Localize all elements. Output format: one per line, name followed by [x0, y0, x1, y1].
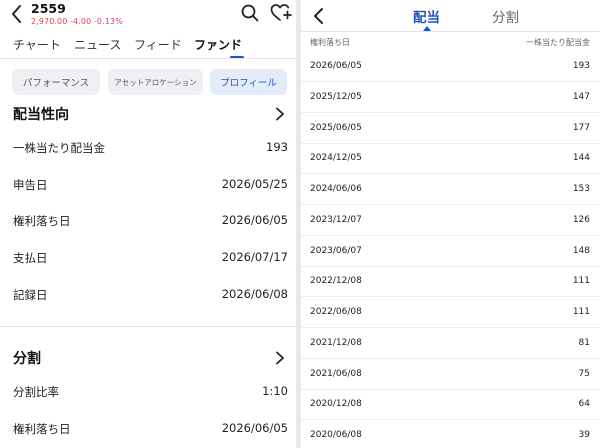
ex-dividend-date-row: 権利落ち日 2026/06/05: [13, 213, 288, 229]
row-label: 権利落ち日: [13, 422, 71, 436]
declaration-date-row: 申告日 2026/05/25: [13, 177, 288, 193]
row-value: 193: [266, 140, 288, 154]
row-value: 2026/05/25: [221, 177, 288, 191]
record-date-row: 記録日 2026/06/08: [13, 287, 288, 303]
row-label: 申告日: [13, 178, 48, 192]
dividend-cell: 81: [578, 337, 590, 348]
row-value: 2026/06/05: [221, 213, 288, 227]
fund-profile-panel: 2559 2,970.00 -4.00 -0.13% チャート ニュース フィー…: [0, 0, 296, 448]
column-header-ex-date: 権利落ち日: [310, 38, 350, 47]
table-row: 2023/06/07 148: [301, 236, 600, 267]
ex-date-cell: 2026/06/05: [310, 61, 362, 71]
ex-date-cell: 2023/12/07: [310, 214, 362, 225]
row-value: 2026/07/17: [221, 250, 288, 264]
segment-performance[interactable]: パフォーマンス: [12, 69, 100, 95]
dividend-cell: 111: [572, 276, 590, 287]
tab-dividend[interactable]: 配当: [413, 6, 440, 26]
ex-date-cell: 2022/06/08: [310, 307, 362, 317]
split-ratio-row: 分割比率 1:10: [13, 384, 288, 400]
dividend-cell: 126: [572, 214, 590, 225]
ex-date-cell: 2024/12/05: [310, 153, 362, 164]
dividend-cell: 144: [572, 153, 590, 164]
dividend-cell: 193: [572, 61, 590, 71]
dividend-cell: 39: [578, 430, 590, 440]
row-label: 分割比率: [13, 385, 59, 399]
ex-date-cell: 2021/06/08: [310, 368, 362, 379]
tab-fund[interactable]: ファンド: [194, 36, 242, 53]
dividend-section-title[interactable]: 配当性向: [13, 104, 69, 124]
tab-chart[interactable]: チャート: [13, 36, 61, 53]
table-row: 2020/12/08 64: [301, 389, 600, 421]
row-label: 支払日: [13, 251, 48, 265]
row-label: 権利落ち日: [13, 214, 71, 228]
table-row: 2021/12/08 81: [301, 328, 600, 359]
tab-feed[interactable]: フィード: [134, 36, 182, 53]
table-row: 2025/12/05 147: [301, 82, 600, 113]
split-section-title[interactable]: 分割: [13, 348, 41, 368]
column-header-dividend: 一株当たり配当金: [526, 38, 590, 47]
dividend-cell: 111: [572, 307, 590, 317]
table-row: 2024/06/06 153: [301, 174, 600, 205]
dividend-history-panel: 配当 分割 権利落ち日 一株当たり配当金 2026/06/05 193 2025/1…: [301, 0, 600, 448]
dividend-cell: 153: [572, 184, 590, 194]
table-row: 2022/12/08 111: [301, 266, 600, 298]
section-divider: [0, 326, 296, 327]
dividend-cell: 64: [578, 399, 590, 410]
row-label: 一株当たり配当金: [13, 141, 105, 155]
table-row: 2020/06/08 39: [301, 420, 600, 448]
chevron-right-icon[interactable]: [274, 106, 286, 121]
ex-date-cell: 2025/12/05: [310, 91, 362, 102]
ex-date-cell: 2021/12/08: [310, 337, 362, 348]
ex-date-cell: 2023/06/07: [310, 245, 362, 256]
tab-split[interactable]: 分割: [492, 6, 519, 26]
row-label: 記録日: [13, 288, 48, 302]
dividend-cell: 147: [572, 91, 590, 102]
chevron-left-icon[interactable]: [311, 5, 327, 27]
ex-date-cell: 2020/06/08: [310, 430, 362, 440]
payment-date-row: 支払日 2026/07/17: [13, 250, 288, 266]
segment-profile[interactable]: プロフィール: [210, 69, 287, 95]
heart-plus-icon[interactable]: [270, 3, 292, 23]
segment-asset-allocation[interactable]: アセットアロケーション: [108, 69, 203, 95]
table-row: 2022/06/08 111: [301, 297, 600, 328]
dividend-cell: 177: [572, 122, 590, 133]
table-row: 2024/12/05 144: [301, 143, 600, 175]
dividend-per-share-row: 一株当たり配当金 193: [13, 140, 288, 156]
split-ex-date-row: 権利落ち日 2026/06/05: [13, 421, 288, 437]
table-row: 2025/06/05 177: [301, 113, 600, 144]
dividend-cell: 75: [578, 368, 590, 379]
price-quote: 2,970.00 -4.00 -0.13%: [31, 17, 123, 26]
ex-date-cell: 2022/12/08: [310, 276, 362, 287]
ex-date-cell: 2025/06/05: [310, 122, 362, 133]
ex-date-cell: 2020/12/08: [310, 399, 362, 410]
header-divider: [301, 31, 600, 32]
row-value: 1:10: [262, 384, 288, 398]
row-value: 2026/06/05: [221, 421, 288, 435]
table-row: 2023/12/07 126: [301, 205, 600, 236]
tab-news[interactable]: ニュース: [74, 36, 121, 53]
table-row: 2026/06/05 193: [301, 51, 600, 82]
chevron-left-icon[interactable]: [8, 3, 28, 25]
ticker-code: 2559: [31, 1, 66, 16]
ex-date-cell: 2024/06/06: [310, 184, 362, 194]
table-row: 2021/06/08 75: [301, 359, 600, 390]
row-value: 2026/06/08: [221, 287, 288, 301]
search-icon[interactable]: [240, 3, 260, 23]
detail-tabs: チャート ニュース フィード ファンド: [0, 36, 296, 59]
chevron-right-icon[interactable]: [274, 350, 286, 365]
tabs-divider: [0, 58, 296, 59]
dividend-cell: 148: [572, 245, 590, 256]
